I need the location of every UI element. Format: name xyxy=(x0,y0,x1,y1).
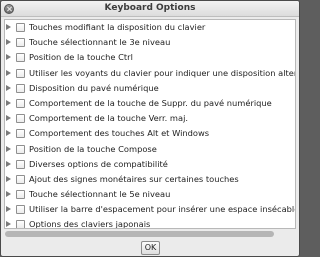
option-label: Touches modifiant la disposition du clav… xyxy=(29,22,206,32)
keyboard-options-dialog: Keyboard Options Touches modifiant la di… xyxy=(0,0,300,257)
option-label: Diverses options de compatibilité xyxy=(29,158,168,169)
list-item[interactable]: Utiliser les voyants du clavier pour ind… xyxy=(5,66,295,81)
option-checkbox[interactable] xyxy=(16,190,25,200)
expander-arrow-icon[interactable] xyxy=(6,99,11,106)
option-checkbox[interactable] xyxy=(16,68,25,78)
expander-arrow-icon[interactable] xyxy=(6,191,11,198)
horizontal-scrollbar[interactable] xyxy=(4,230,296,238)
option-label: Comportement de la touche Verr. maj. xyxy=(29,113,189,124)
list-item[interactable]: Touche sélectionnant le 3e niveau xyxy=(5,35,295,50)
option-label: Touche sélectionnant le 3e niveau xyxy=(29,37,171,48)
option-label: Options des claviers japonais xyxy=(29,219,151,229)
option-label: Comportement des touches Alt et Windows xyxy=(29,128,210,139)
list-item[interactable]: Comportement de la touche Verr. maj. xyxy=(5,111,295,126)
list-item[interactable]: Comportement de la touche de Suppr. du p… xyxy=(5,96,295,111)
expander-arrow-icon[interactable] xyxy=(6,206,11,213)
option-checkbox[interactable] xyxy=(16,98,25,108)
option-checkbox[interactable] xyxy=(16,38,25,48)
expander-arrow-icon[interactable] xyxy=(6,115,11,122)
list-item[interactable]: Comportement des touches Alt et Windows xyxy=(5,126,295,141)
option-checkbox[interactable] xyxy=(16,220,25,228)
option-checkbox[interactable] xyxy=(16,53,25,63)
expander-arrow-icon[interactable] xyxy=(6,69,11,76)
expander-arrow-icon[interactable] xyxy=(6,175,11,182)
ok-button[interactable]: OK xyxy=(141,241,160,255)
scrollbar-thumb[interactable] xyxy=(5,231,274,237)
window-title: Keyboard Options xyxy=(104,3,196,13)
list-item[interactable]: Touche sélectionnant le 5e niveau xyxy=(5,187,295,202)
option-label: Utiliser les voyants du clavier pour ind… xyxy=(29,67,296,78)
option-checkbox[interactable] xyxy=(16,205,25,215)
option-checkbox[interactable] xyxy=(16,129,25,139)
list-item[interactable]: Position de la touche Compose xyxy=(5,142,295,157)
expander-arrow-icon[interactable] xyxy=(6,54,11,61)
list-item[interactable]: Options des claviers japonais xyxy=(5,217,295,229)
expander-arrow-icon[interactable] xyxy=(6,84,11,91)
options-tree-list[interactable]: Touches modifiant la disposition du clav… xyxy=(4,19,296,229)
title-bar: Keyboard Options xyxy=(1,1,299,17)
option-label: Touche sélectionnant le 5e niveau xyxy=(29,189,171,200)
option-label: Position de la touche Ctrl xyxy=(29,52,133,63)
expander-arrow-icon[interactable] xyxy=(6,24,11,30)
option-checkbox[interactable] xyxy=(16,83,25,93)
expander-arrow-icon[interactable] xyxy=(6,221,11,228)
option-label: Ajout des signes monétaires sur certaine… xyxy=(29,173,239,184)
list-item[interactable]: Diverses options de compatibilité xyxy=(5,157,295,172)
option-label: Comportement de la touche de Suppr. du p… xyxy=(29,97,272,108)
option-checkbox[interactable] xyxy=(16,114,25,124)
list-item[interactable]: Touches modifiant la disposition du clav… xyxy=(5,20,295,35)
list-item[interactable]: Position de la touche Ctrl xyxy=(5,50,295,65)
option-checkbox[interactable] xyxy=(16,144,25,154)
option-checkbox[interactable] xyxy=(16,159,25,169)
option-checkbox[interactable] xyxy=(16,23,25,32)
expander-arrow-icon[interactable] xyxy=(6,145,11,152)
expander-arrow-icon[interactable] xyxy=(6,130,11,137)
option-label: Position de la touche Compose xyxy=(29,143,157,154)
option-label: Disposition du pavé numérique xyxy=(29,82,159,93)
list-item[interactable]: Disposition du pavé numérique xyxy=(5,81,295,96)
expander-arrow-icon[interactable] xyxy=(6,39,11,46)
list-item[interactable]: Ajout des signes monétaires sur certaine… xyxy=(5,172,295,187)
list-item[interactable]: Utiliser la barre d'espacement pour insé… xyxy=(5,202,295,217)
option-label: Utiliser la barre d'espacement pour insé… xyxy=(29,204,296,215)
expander-arrow-icon[interactable] xyxy=(6,160,11,167)
option-checkbox[interactable] xyxy=(16,174,25,184)
